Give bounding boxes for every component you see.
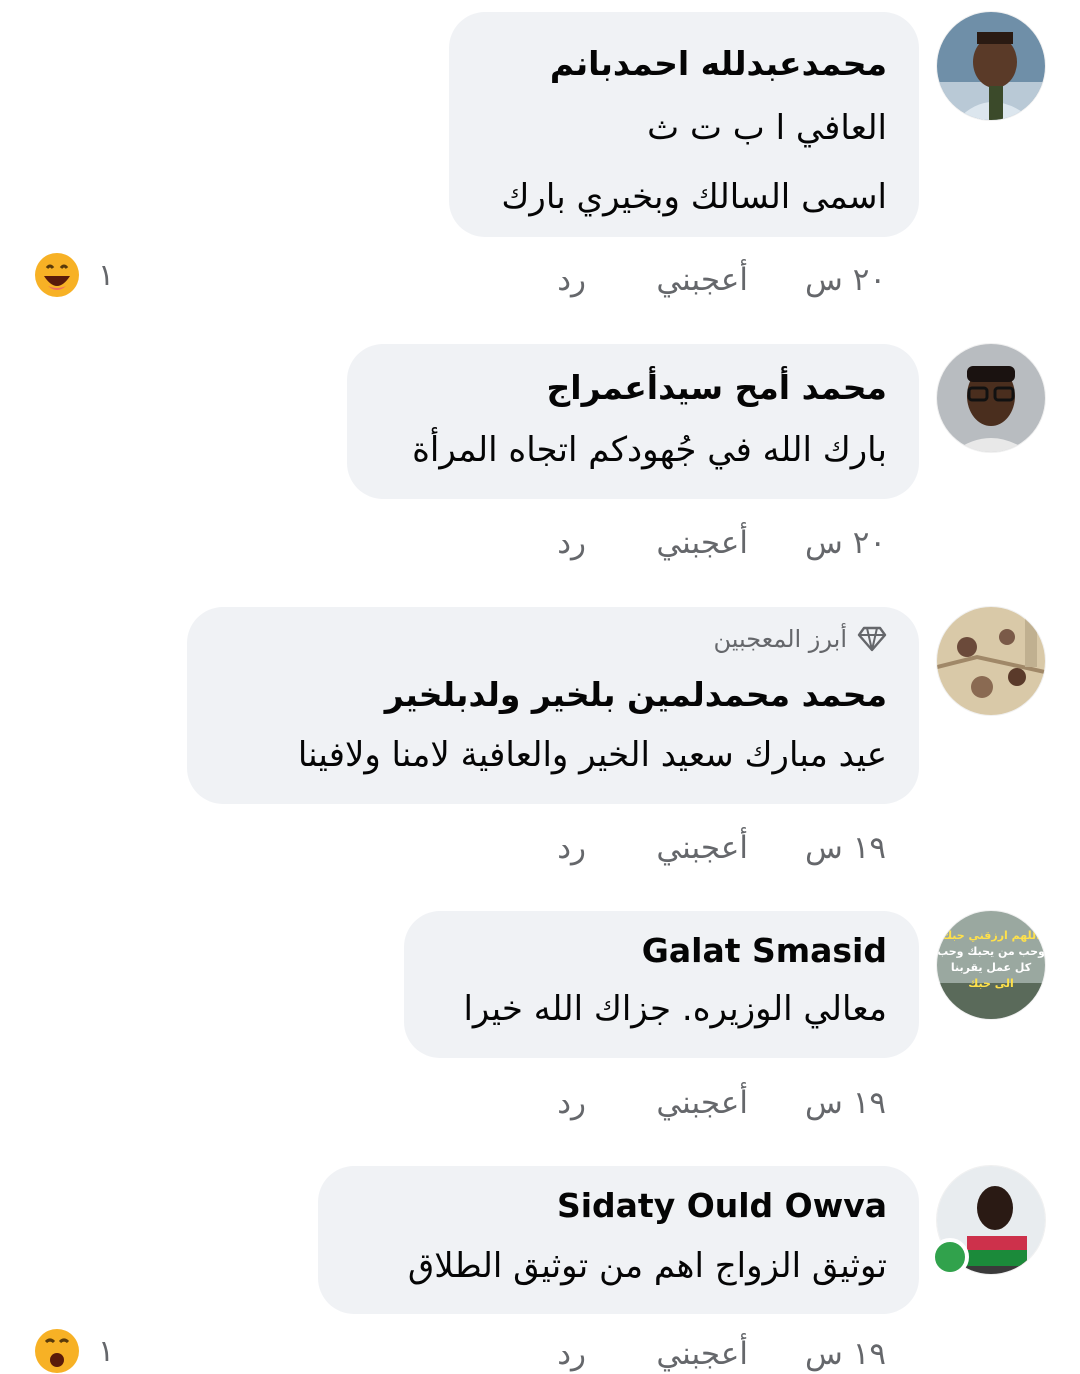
comment-time[interactable]: ٢٠ س xyxy=(805,525,886,561)
avatar-caption-line: اللهم ارزقني حبك xyxy=(942,929,1040,942)
reply-button[interactable]: رد xyxy=(557,1085,586,1121)
comment-bubble: Sidaty Ould Owva توثيق الزواج اهم من توث… xyxy=(318,1166,919,1314)
avatar-caption-line: كل عمل يقربنا xyxy=(951,961,1032,974)
comment-time[interactable]: ١٩ س xyxy=(805,1085,886,1121)
comment-text-line: العافي ا ب ت ث xyxy=(647,108,887,148)
reaction-summary[interactable]: ١ xyxy=(34,252,114,298)
online-status-dot xyxy=(931,1238,969,1276)
laughing-emoji-icon xyxy=(35,253,79,297)
comment-text-line: معالي الوزيره. جزاك الله خيرا xyxy=(463,989,887,1029)
reply-button[interactable]: رد xyxy=(557,525,586,561)
comment-bubble: محمد أمح سيدأعمراج بارك الله في جُهودكم … xyxy=(347,344,919,499)
reply-button[interactable]: رد xyxy=(557,1336,586,1372)
like-button[interactable]: أعجبني xyxy=(656,262,748,298)
reaction-summary[interactable]: ١ xyxy=(34,1328,114,1374)
comment-bubble: Galat Smasid معالي الوزيره. جزاك الله خي… xyxy=(404,911,919,1058)
comment-author[interactable]: محمد محمدلمين بلخير ولدبلخير xyxy=(385,675,887,714)
top-fan-label: أبرز المعجبين xyxy=(713,625,848,653)
like-button[interactable]: أعجبني xyxy=(656,1085,748,1121)
avatar[interactable] xyxy=(937,12,1045,120)
diamond-icon xyxy=(857,626,887,652)
avatar[interactable] xyxy=(937,607,1045,715)
comment-text-line: بارك الله في جُهودكم اتجاه المرأة xyxy=(412,430,887,470)
comment-time[interactable]: ١٩ س xyxy=(805,1336,886,1372)
comment-author[interactable]: Galat Smasid xyxy=(642,931,887,970)
reaction-count: ١ xyxy=(98,257,115,293)
reply-button[interactable]: رد xyxy=(557,262,586,298)
like-button[interactable]: أعجبني xyxy=(656,830,748,866)
comment-bubble: أبرز المعجبين محمد محمدلمين بلخير ولدبلخ… xyxy=(187,607,919,804)
comment-time[interactable]: ١٩ س xyxy=(805,830,886,866)
reply-button[interactable]: رد xyxy=(557,830,586,866)
wow-emoji-icon xyxy=(35,1329,79,1373)
comment-text-line: توثيق الزواج اهم من توثيق الطلاق xyxy=(407,1246,887,1286)
avatar-caption-line: الى حبك xyxy=(968,977,1014,990)
like-button[interactable]: أعجبني xyxy=(656,525,748,561)
avatar-caption-line: وحب من يحبك وحب xyxy=(937,945,1045,958)
comment-time[interactable]: ٢٠ س xyxy=(805,262,886,298)
comment-text-line: عيد مبارك سعيد الخير والعافية لامنا ولاف… xyxy=(297,735,887,775)
reaction-count: ١ xyxy=(98,1333,115,1369)
avatar[interactable] xyxy=(937,344,1045,452)
like-button[interactable]: أعجبني xyxy=(656,1336,748,1372)
comment-author[interactable]: Sidaty Ould Owva xyxy=(557,1186,887,1225)
comment-bubble: محمدعبدلله احمدبانم العافي ا ب ت ث اسمى … xyxy=(449,12,919,237)
comment-author[interactable]: محمدعبدلله احمدبانم xyxy=(550,44,887,83)
comment-author[interactable]: محمد أمح سيدأعمراج xyxy=(547,368,888,407)
avatar[interactable]: اللهم ارزقني حبك وحب من يحبك وحب كل عمل … xyxy=(937,911,1045,1019)
top-fan-badge: أبرز المعجبين xyxy=(714,625,888,653)
comment-text-line: اسمى السالك وبخيري بارك xyxy=(501,177,887,217)
